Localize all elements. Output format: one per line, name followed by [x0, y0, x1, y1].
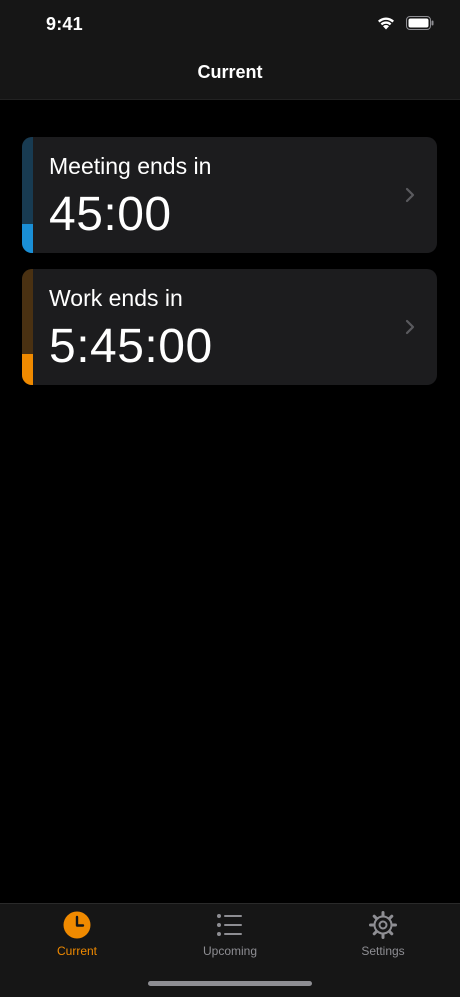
chevron-right-icon — [405, 187, 415, 203]
nav-bar: Current — [0, 48, 460, 100]
timer-card-work[interactable]: Work ends in 5:45:00 — [22, 269, 437, 385]
gear-icon — [369, 911, 397, 939]
timer-label: Work ends in — [49, 285, 183, 311]
status-time: 9:41 — [46, 14, 83, 34]
tab-settings[interactable]: Settings — [323, 910, 443, 958]
clock-icon — [63, 911, 91, 939]
status-icons — [376, 15, 434, 30]
timer-progress-track — [22, 137, 33, 253]
status-bar: 9:41 — [0, 0, 460, 48]
timer-card-meeting[interactable]: Meeting ends in 45:00 — [22, 137, 437, 253]
timer-progress-track — [22, 269, 33, 385]
timer-progress-fill — [22, 224, 33, 253]
timer-label: Meeting ends in — [49, 153, 212, 179]
tab-upcoming[interactable]: Upcoming — [170, 910, 290, 958]
tab-label: Upcoming — [202, 944, 258, 958]
timer-progress-fill — [22, 353, 33, 385]
timer-countdown: 5:45:00 — [49, 320, 213, 373]
list-icon — [217, 914, 242, 936]
battery-icon — [406, 15, 434, 30]
home-indicator[interactable] — [148, 981, 312, 986]
chevron-right-icon — [405, 319, 415, 335]
tab-label: Settings — [361, 944, 405, 958]
page-title: Current — [197, 62, 263, 82]
wifi-icon — [378, 17, 394, 30]
timer-countdown: 45:00 — [49, 188, 172, 241]
tab-current[interactable]: Current — [17, 910, 137, 958]
tab-label: Current — [56, 944, 97, 958]
